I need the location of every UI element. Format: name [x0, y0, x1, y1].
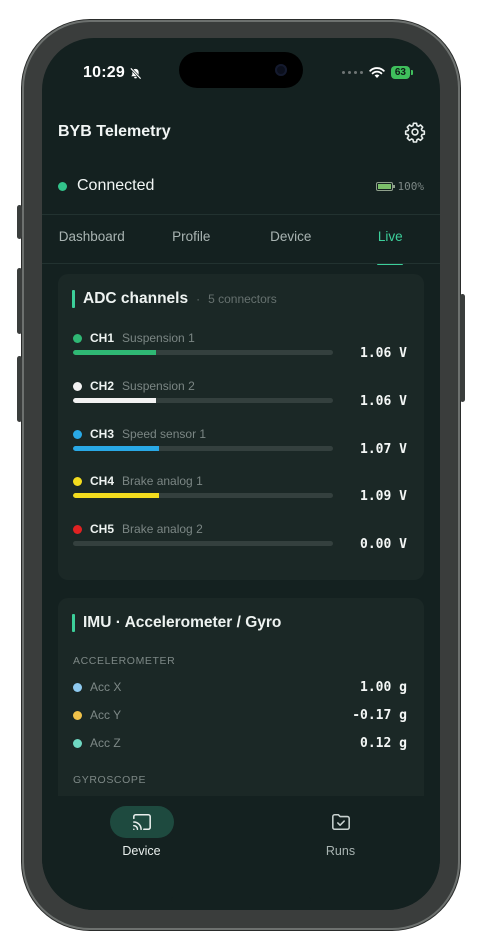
axis-color-dot — [73, 710, 82, 720]
status-time-text: 10:29 — [83, 64, 125, 81]
divider — [42, 263, 440, 264]
channel-level-fill — [73, 493, 159, 498]
cast-icon — [132, 813, 151, 831]
channel-level-fill — [73, 446, 159, 451]
imu-value-row: Acc Y -0.17 g — [73, 707, 409, 723]
nav-active-pill — [109, 806, 174, 838]
nav-label: Device — [122, 844, 161, 858]
device-battery-percent: 100% — [397, 179, 425, 193]
cellular-signal-icon — [341, 71, 363, 74]
channel-level-bar — [73, 541, 333, 546]
axis-value: 0.12 g — [360, 735, 407, 751]
camera-icon — [275, 64, 287, 76]
card-accent-bar — [72, 290, 75, 308]
adc-channel-row: CH2 Suspension 2 1.06 V — [73, 379, 409, 419]
volume-up-button — [17, 268, 22, 334]
card-accent-bar — [72, 614, 75, 632]
axis-label: Acc X — [90, 680, 122, 694]
channel-level-bar — [73, 398, 333, 403]
channel-id: CH1 — [90, 331, 115, 345]
imu-value-row: Acc Z 0.12 g — [73, 735, 409, 751]
home-indicator — [171, 897, 311, 902]
app-title: BYB Telemetry — [58, 123, 171, 140]
card-title: IMU · Accelerometer / Gyro — [83, 614, 282, 631]
app-header: BYB Telemetry — [58, 120, 426, 144]
axis-value: 1.00 g — [360, 679, 407, 695]
nav-runs[interactable]: Runs — [241, 806, 440, 866]
channel-name: Suspension 1 — [122, 331, 195, 345]
channel-value: 1.07 V — [360, 442, 407, 457]
device-battery-icon — [375, 181, 395, 191]
battery-indicator: 63 — [390, 66, 414, 79]
channel-value: 0.00 V — [360, 537, 407, 552]
card-title: ADC channels — [83, 290, 189, 307]
channel-level-bar — [73, 446, 333, 451]
folder-check-icon — [331, 813, 350, 831]
channel-name: Speed sensor 1 — [122, 427, 207, 441]
gear-icon[interactable] — [404, 121, 426, 143]
channel-color-dot — [73, 333, 82, 343]
adc-channel-row: CH4 Brake analog 1 1.09 V — [73, 474, 409, 514]
channel-value: 1.06 V — [360, 346, 407, 361]
bell-slash-icon — [129, 67, 142, 79]
channel-level-fill — [73, 398, 157, 403]
channel-level-fill — [73, 350, 157, 355]
axis-label: Acc Y — [90, 708, 122, 722]
status-time: 10:29 — [83, 64, 142, 82]
channel-color-dot — [73, 476, 82, 486]
gyroscope-section-label: GYROSCOPE — [73, 774, 147, 786]
divider — [42, 214, 440, 215]
channel-name: Suspension 2 — [122, 379, 195, 393]
adc-channel-row: CH5 Brake analog 2 0.00 V — [73, 522, 409, 562]
volume-down-button — [17, 356, 22, 422]
tab-profile[interactable]: Profile — [142, 225, 242, 265]
tab-dashboard[interactable]: Dashboard — [42, 225, 142, 265]
tab-label: Live — [377, 229, 403, 244]
channel-color-dot — [73, 524, 82, 534]
channel-value: 1.06 V — [360, 394, 407, 409]
channel-id: CH4 — [90, 474, 115, 488]
channel-id: CH3 — [90, 427, 115, 441]
tab-device[interactable]: Device — [241, 225, 341, 265]
accelerometer-section-label: ACCELEROMETER — [73, 655, 176, 667]
channel-level-bar — [73, 350, 333, 355]
tab-label: Profile — [172, 229, 211, 244]
axis-label: Acc Z — [90, 736, 121, 750]
action-button — [17, 205, 22, 239]
connection-status-dot — [58, 181, 67, 191]
dynamic-island — [179, 52, 303, 88]
channel-id: CH2 — [90, 379, 115, 393]
adc-channel-row: CH1 Suspension 1 1.06 V — [73, 331, 409, 371]
channel-name: Brake analog 2 — [122, 522, 203, 536]
channel-color-dot — [73, 429, 82, 439]
tab-bar: Dashboard Profile Device Live — [42, 225, 440, 265]
channel-name: Brake analog 1 — [122, 474, 203, 488]
nav-icon-wrap — [309, 806, 373, 838]
card-subtitle: 5 connectors — [208, 292, 277, 306]
channel-level-bar — [73, 493, 333, 498]
adc-channel-row: CH3 Speed sensor 1 1.07 V — [73, 427, 409, 467]
adc-channels-card: ADC channels · 5 connectors CH1 Suspensi… — [58, 274, 424, 580]
wifi-icon — [369, 66, 385, 78]
axis-value: -0.17 g — [352, 707, 407, 723]
channel-color-dot — [73, 381, 82, 391]
nav-device[interactable]: Device — [42, 806, 241, 866]
tab-label: Dashboard — [58, 229, 125, 244]
connection-status: Connected — [77, 177, 155, 194]
power-button — [460, 294, 465, 402]
channel-value: 1.09 V — [360, 489, 407, 504]
tab-label: Device — [270, 229, 312, 244]
imu-value-row: Acc X 1.00 g — [73, 679, 409, 695]
bottom-nav: Device Runs — [42, 806, 440, 866]
card-separator: · — [196, 292, 201, 306]
imu-card: IMU · Accelerometer / Gyro ACCELEROMETER… — [58, 598, 424, 828]
status-indicators: 63 — [341, 66, 414, 79]
nav-label: Runs — [325, 844, 356, 858]
phone-screen: 10:29 63 BYB Telemetry Connected 100% Da… — [42, 38, 440, 910]
tab-live[interactable]: Live — [341, 225, 441, 265]
axis-color-dot — [73, 682, 82, 692]
axis-color-dot — [73, 738, 82, 748]
connection-row: Connected 100% — [58, 176, 424, 196]
channel-id: CH5 — [90, 522, 115, 536]
